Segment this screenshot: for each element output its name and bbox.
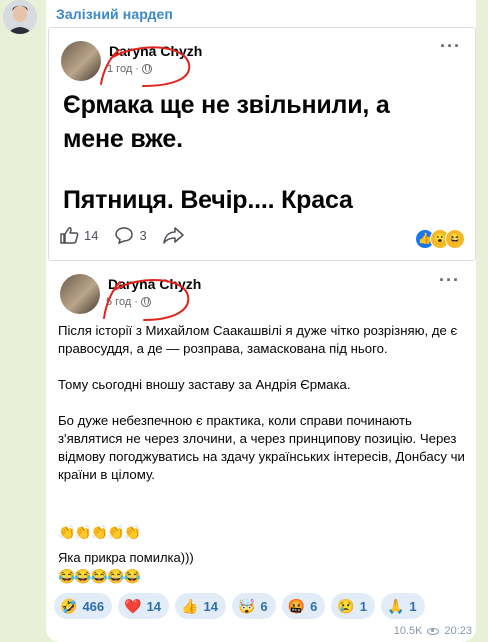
reaction-chip-thumbs-up[interactable]: 👍 14 [175, 593, 226, 619]
comment-action: 3 [114, 226, 147, 244]
channel-name[interactable]: Залізний нардеп [56, 6, 173, 22]
author-name: Daryna Chyzh [108, 276, 202, 292]
post-paragraph-3: Бо дуже небезпечною є практика, коли спр… [58, 413, 465, 482]
reaction-chip-cursing[interactable]: 🤬 6 [281, 593, 326, 619]
message-footer: 10.5K 20:23 [394, 625, 472, 637]
reaction-summary: 👍 😮 😆 [415, 229, 465, 249]
message-reactions: 🤣 466 ❤️ 14 👍 14 🤯 6 🤬 6 😢 1 🙏 1 [54, 593, 425, 619]
reaction-count: 6 [310, 598, 318, 614]
reaction-chip-crying[interactable]: 😢 1 [331, 593, 375, 619]
channel-avatar[interactable] [3, 0, 37, 34]
crying-face-icon: 😢 [337, 597, 355, 614]
message-caption: Яка прикра помилка))) [58, 550, 194, 565]
post-text-line-3: Пятниця. Вечір.... Краса [63, 186, 353, 214]
author-name: Daryna Chyzh [109, 43, 203, 59]
reaction-chip-heart[interactable]: ❤️ 14 [118, 593, 170, 619]
thumbs-up-icon [60, 227, 79, 244]
reaction-count: 1 [409, 598, 417, 614]
reaction-count: 466 [82, 598, 105, 614]
share-icon [162, 227, 184, 244]
post-actions: 14 3 [59, 226, 185, 244]
like-count: 14 [84, 227, 99, 243]
post-body: Після історії з Михайлом Саакашвілі я ду… [58, 322, 470, 502]
post-text-line-2: мене вже. [63, 125, 183, 153]
reaction-count: 14 [203, 598, 218, 614]
post-time: 1 год [107, 63, 133, 75]
comment-icon [115, 227, 134, 244]
facebook-post-screenshot-1: Daryna Chyzh 1 год · ··· Єрмака ще не зв… [48, 27, 476, 261]
comment-count: 3 [139, 227, 147, 243]
rofl-icon: 🤣 [60, 597, 78, 614]
thumbs-up-icon: 👍 [181, 597, 199, 614]
more-options-icon: ··· [440, 36, 461, 56]
post-paragraph-2: Тому сьогодні вношу заставу за Андрія Єр… [58, 377, 351, 392]
cursing-face-icon: 🤬 [287, 597, 306, 614]
share-action [162, 226, 185, 244]
laugh-emoji-row: 😂😂😂😂😂 [58, 568, 141, 584]
post-time: 5 год [106, 296, 132, 308]
post-paragraph-1: Після історії з Михайлом Саакашвілі я ду… [58, 323, 458, 356]
view-count: 10.5K [393, 625, 423, 637]
reaction-chip-pray[interactable]: 🙏 1 [380, 593, 425, 619]
pray-icon: 🙏 [386, 597, 405, 614]
more-options-icon: ··· [439, 270, 460, 290]
author-avatar [61, 41, 101, 81]
reaction-count: 1 [359, 598, 367, 614]
author-avatar [60, 274, 100, 314]
message-time: 20:23 [444, 625, 472, 637]
post-meta: 1 год · [107, 63, 152, 75]
facebook-post-screenshot-2: Daryna Chyzh 5 год · ··· Після історії з… [48, 262, 474, 637]
globe-icon [140, 297, 151, 307]
clap-emoji-row: 👏👏👏👏👏 [58, 524, 141, 540]
globe-icon [141, 64, 152, 74]
reaction-count: 6 [260, 598, 268, 614]
person-avatar-image [3, 0, 37, 34]
post-meta: 5 год · [106, 296, 151, 308]
haha-icon: 😆 [445, 229, 465, 249]
mind-blown-icon: 🤯 [237, 597, 256, 614]
like-action: 14 [59, 226, 98, 244]
heart-icon: ❤️ [124, 597, 142, 614]
reaction-count: 14 [146, 598, 162, 614]
reaction-chip-rofl[interactable]: 🤣 466 [54, 593, 113, 619]
eye-icon [427, 627, 440, 635]
post-text-line-1: Єрмака ще не звільнили, а [63, 91, 390, 119]
reaction-chip-mind-blown[interactable]: 🤯 6 [231, 593, 276, 619]
